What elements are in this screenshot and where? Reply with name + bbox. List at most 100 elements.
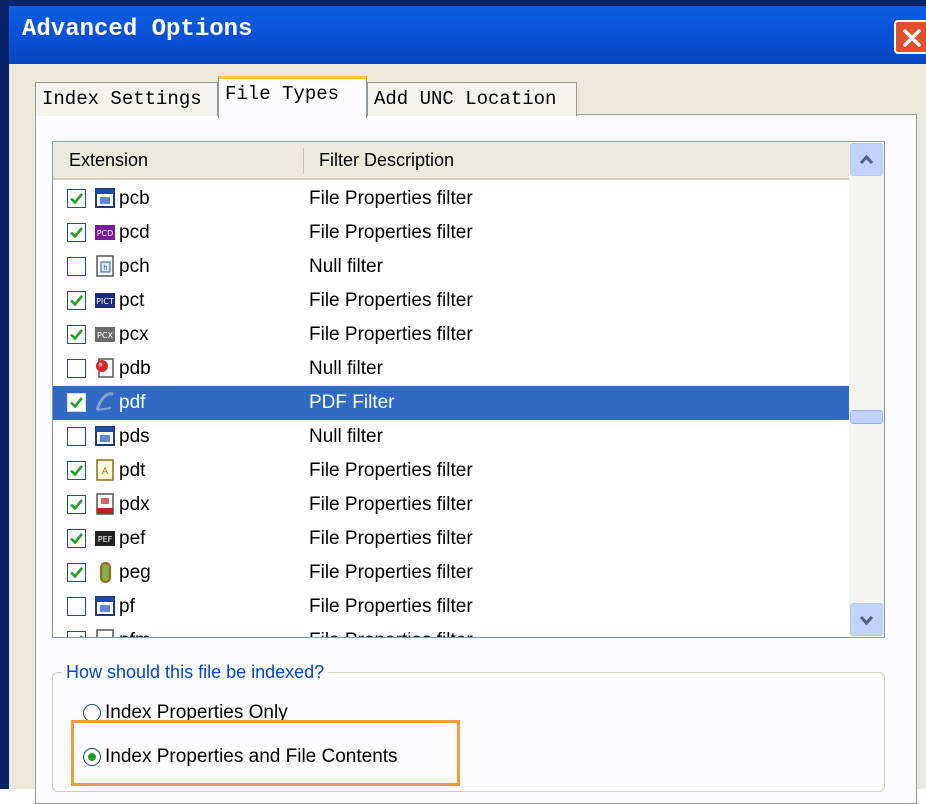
- pdt-file-icon: A: [93, 458, 117, 482]
- row-checkbox[interactable]: [67, 189, 86, 208]
- row-checkbox[interactable]: [67, 291, 86, 310]
- check-icon: [70, 397, 84, 409]
- list-row-pef[interactable]: PEF pef File Properties filter: [53, 522, 849, 556]
- check-icon: [70, 295, 84, 307]
- check-icon: [70, 567, 84, 579]
- list-row-pct[interactable]: PICT pct File Properties filter: [53, 284, 849, 318]
- svg-text:PCD: PCD: [97, 229, 114, 238]
- row-checkbox[interactable]: [67, 563, 86, 582]
- scroll-down-button[interactable]: [850, 603, 883, 636]
- check-icon: [70, 499, 84, 511]
- title-bar[interactable]: Advanced Options: [9, 6, 926, 64]
- column-header-filter-description[interactable]: Filter Description: [319, 150, 454, 171]
- scroll-up-button[interactable]: [850, 143, 883, 176]
- chevron-up-icon: [859, 154, 874, 165]
- row-extension: pcx: [119, 324, 149, 345]
- list-row-peg[interactable]: peg File Properties filter: [53, 556, 849, 590]
- row-filter-description: File Properties filter: [309, 562, 473, 583]
- row-checkbox[interactable]: [67, 597, 86, 616]
- row-extension: pct: [119, 290, 145, 311]
- tab-file-types[interactable]: File Types: [218, 76, 367, 118]
- row-filter-description: PDF Filter: [309, 392, 395, 413]
- svg-text:a: a: [100, 632, 110, 638]
- list-row-pcx[interactable]: PCX pcx File Properties filter: [53, 318, 849, 352]
- row-checkbox[interactable]: [67, 393, 86, 412]
- list-header: Extension Filter Description: [53, 142, 849, 180]
- row-extension: pdb: [119, 358, 151, 379]
- row-checkbox[interactable]: [67, 631, 86, 637]
- font-file-icon: a: [93, 628, 117, 638]
- row-filter-description: Null filter: [309, 256, 383, 277]
- app-window-icon: [93, 424, 117, 448]
- row-filter-description: File Properties filter: [309, 290, 473, 311]
- column-header-extension[interactable]: Extension: [69, 150, 148, 171]
- row-extension: peg: [119, 562, 151, 583]
- check-icon: [70, 329, 84, 341]
- list-row-pds[interactable]: pds Null filter: [53, 420, 849, 454]
- list-row-pcb[interactable]: pcb File Properties filter: [53, 182, 849, 216]
- peg-file-icon: [93, 560, 117, 584]
- close-icon: [903, 29, 921, 47]
- row-extension: pfm: [119, 630, 151, 637]
- list-row-pcd[interactable]: PCD pcd File Properties filter: [53, 216, 849, 250]
- check-icon: [70, 227, 84, 239]
- row-checkbox[interactable]: [67, 529, 86, 548]
- svg-text:PICT: PICT: [96, 297, 114, 306]
- list-row-pdx[interactable]: pdx File Properties filter: [53, 488, 849, 522]
- row-filter-description: File Properties filter: [309, 222, 473, 243]
- highlight-annotation-box: [71, 720, 460, 786]
- column-divider[interactable]: [303, 148, 304, 174]
- list-row-pdt[interactable]: Apdt File Properties filter: [53, 454, 849, 488]
- check-icon: [70, 465, 84, 477]
- svg-text:PCX: PCX: [97, 331, 113, 340]
- row-filter-description: File Properties filter: [309, 460, 473, 481]
- row-extension: pdf: [119, 392, 146, 413]
- vertical-scrollbar[interactable]: [849, 142, 884, 637]
- row-extension: pch: [119, 256, 150, 277]
- row-filter-description: File Properties filter: [309, 494, 473, 515]
- row-extension: pcb: [119, 188, 150, 209]
- window-title: Advanced Options: [22, 16, 253, 43]
- list-row-pdb[interactable]: pdb Null filter: [53, 352, 849, 386]
- list-row-pf[interactable]: pf File Properties filter: [53, 590, 849, 624]
- indexing-group-label: How should this file be indexed?: [62, 662, 329, 683]
- chevron-down-icon: [859, 615, 874, 626]
- row-filter-description: File Properties filter: [309, 596, 473, 617]
- row-checkbox[interactable]: [67, 325, 86, 344]
- row-checkbox[interactable]: [67, 461, 86, 480]
- pcd-image-icon: PCD: [93, 220, 117, 244]
- row-checkbox[interactable]: [67, 223, 86, 242]
- database-file-icon: [93, 356, 117, 380]
- check-icon: [79, 635, 84, 637]
- pdx-file-icon: [93, 492, 117, 516]
- check-icon: [70, 193, 84, 205]
- row-extension: pef: [119, 528, 146, 549]
- list-row-pch[interactable]: h pch Null filter: [53, 250, 849, 284]
- scroll-thumb[interactable]: [850, 410, 883, 424]
- row-filter-description: Null filter: [309, 426, 383, 447]
- row-extension: pf: [119, 596, 135, 617]
- row-filter-description: File Properties filter: [309, 188, 473, 209]
- tab-add-unc-location[interactable]: Add UNC Location: [367, 82, 577, 116]
- row-checkbox[interactable]: [67, 427, 86, 446]
- check-icon: [70, 533, 84, 545]
- svg-text:h: h: [103, 264, 107, 272]
- tab-index-settings[interactable]: Index Settings: [35, 82, 218, 116]
- row-extension: pdx: [119, 494, 150, 515]
- row-checkbox[interactable]: [67, 257, 86, 276]
- pict-image-icon: PICT: [93, 288, 117, 312]
- list-row-pdf[interactable]: pdf PDF Filter: [53, 386, 849, 420]
- row-checkbox[interactable]: [67, 495, 86, 514]
- pdf-file-icon: [93, 390, 117, 414]
- header-file-icon: h: [93, 254, 117, 278]
- pcx-image-icon: PCX: [93, 322, 117, 346]
- svg-text:A: A: [102, 467, 109, 477]
- row-checkbox[interactable]: [67, 359, 86, 378]
- close-button[interactable]: [894, 20, 926, 54]
- list-row-pfm[interactable]: a pfm File Properties filter: [53, 624, 849, 638]
- file-types-list[interactable]: Extension Filter Description pcb File Pro…: [52, 141, 885, 638]
- row-filter-description: File Properties filter: [309, 630, 473, 637]
- app-window-icon: [93, 594, 117, 618]
- app-window-icon: [93, 186, 117, 210]
- row-extension: pdt: [119, 460, 146, 481]
